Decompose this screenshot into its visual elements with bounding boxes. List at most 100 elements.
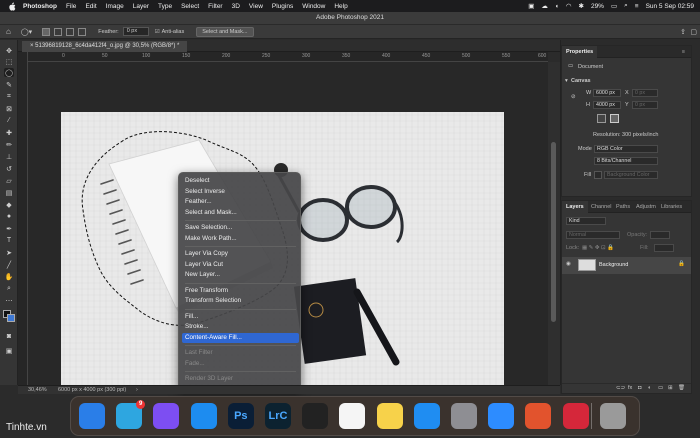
battery-percent[interactable]: 29% xyxy=(591,3,604,10)
intersect-selection-icon[interactable] xyxy=(78,27,87,36)
tab-adjustments[interactable]: Adjustm xyxy=(632,201,660,213)
context-menu-item[interactable]: Layer Via Copy xyxy=(182,249,299,259)
creative-cloud-icon[interactable] xyxy=(562,403,589,429)
context-menu-item[interactable]: Transform Selection xyxy=(182,296,299,306)
hand-tool-icon[interactable]: ✋ xyxy=(4,272,14,281)
height-input[interactable]: 4000 px xyxy=(593,101,621,109)
blur-tool-icon[interactable]: ◆ xyxy=(4,200,14,209)
system-preferences-icon[interactable] xyxy=(451,403,477,429)
path-selection-tool-icon[interactable]: ➤ xyxy=(4,248,14,257)
feather-input[interactable]: 0 px xyxy=(122,27,149,36)
portrait-orientation-icon[interactable] xyxy=(597,114,606,123)
width-input[interactable]: 6000 px xyxy=(593,89,621,97)
scrollbar-thumb[interactable] xyxy=(551,142,556,322)
clock[interactable]: Sun 5 Sep 02:59 xyxy=(646,3,694,10)
bit-depth-select[interactable]: 8 Bits/Channel xyxy=(594,157,658,165)
safari-icon[interactable] xyxy=(190,403,217,429)
context-menu-item[interactable]: Make Work Path... xyxy=(182,234,299,244)
context-menu-item[interactable]: Select and Mask... xyxy=(182,208,299,218)
menu-edit[interactable]: Edit xyxy=(85,3,96,10)
headphones-icon[interactable]: ◖ xyxy=(555,3,559,10)
select-and-mask-button[interactable]: Select and Mask... xyxy=(196,26,254,37)
layer-row-background[interactable]: ◉ Background 🔒 xyxy=(562,257,691,274)
y-input[interactable]: 0 px xyxy=(632,101,658,109)
context-menu-item[interactable]: Free Transform xyxy=(182,286,299,296)
tab-paths[interactable]: Paths xyxy=(612,201,634,213)
menu-help[interactable]: Help xyxy=(334,3,347,10)
menu-filter[interactable]: Filter xyxy=(208,3,222,10)
pen-tool-icon[interactable]: ✒ xyxy=(4,224,14,233)
eyedropper-tool-icon[interactable]: ⁄ xyxy=(4,116,14,125)
x-input[interactable]: 0 px xyxy=(632,89,658,97)
lock-icons[interactable]: ▦ ✎ ✥ ⊡ 🔒 xyxy=(582,245,614,251)
fill-color-swatch[interactable] xyxy=(594,171,602,179)
photos-icon[interactable] xyxy=(339,403,366,429)
camera-icon[interactable]: ▣ xyxy=(528,2,534,10)
cloud-icon[interactable]: ☁ xyxy=(541,2,548,10)
screen-mode-icon[interactable]: ▣ xyxy=(4,346,14,355)
new-group-icon[interactable]: ▭ xyxy=(658,385,663,391)
quick-selection-tool-icon[interactable]: ✎ xyxy=(4,80,14,89)
context-menu-item[interactable]: Feather... xyxy=(182,197,299,207)
move-tool-icon[interactable]: ✥ xyxy=(4,46,14,55)
menu-select[interactable]: Select xyxy=(181,3,199,10)
fill-opacity-input[interactable] xyxy=(654,244,674,252)
healing-brush-tool-icon[interactable]: ✚ xyxy=(4,128,14,137)
search-icon[interactable]: ⌕ xyxy=(624,2,628,10)
app-store-icon[interactable] xyxy=(413,403,440,429)
context-menu-item[interactable]: Fill... xyxy=(182,312,299,322)
document-tab[interactable]: × 51396819128_6c4da412f4_o.jpg @ 30,5% (… xyxy=(22,41,188,52)
layer-style-icon[interactable]: fx xyxy=(628,385,632,391)
lightroom-classic-icon[interactable]: LrC xyxy=(265,403,291,429)
antialias-checkbox-icon[interactable]: ☑ xyxy=(155,29,160,35)
context-menu-item[interactable]: Layer Via Cut xyxy=(182,260,299,270)
share-icon[interactable]: ⇪ xyxy=(680,28,686,36)
menu-app-name[interactable]: Photoshop xyxy=(23,3,57,10)
link-dimensions-icon[interactable]: ⊘ xyxy=(571,94,576,100)
document-info[interactable]: 6000 px x 4000 px (300 ppi) xyxy=(58,386,126,394)
add-selection-icon[interactable] xyxy=(54,27,63,36)
lock-icon[interactable]: 🔒 xyxy=(678,261,685,267)
lasso-tool-icon[interactable]: ◯ xyxy=(4,68,14,77)
zoom-tool-icon[interactable]: ⌕ xyxy=(4,284,14,293)
control-center-icon[interactable]: ≡ xyxy=(635,3,639,10)
presentation-app-icon[interactable] xyxy=(525,403,552,429)
quick-mask-icon[interactable]: ◙ xyxy=(4,332,14,341)
context-menu-item[interactable]: Select Inverse xyxy=(182,187,299,197)
mode-select[interactable]: RGB Color xyxy=(594,145,658,153)
panel-collapse-icon[interactable] xyxy=(548,40,560,45)
vertical-scrollbar[interactable] xyxy=(548,62,560,385)
menu-3d[interactable]: 3D xyxy=(232,3,240,10)
menu-file[interactable]: File xyxy=(66,3,76,10)
context-menu-item[interactable]: Content-Aware Fill... xyxy=(182,332,299,343)
menu-plugins[interactable]: Plugins xyxy=(272,3,293,10)
brush-tool-icon[interactable]: ✏ xyxy=(4,140,14,149)
menu-window[interactable]: Window xyxy=(302,3,325,10)
battery-icon[interactable]: ▭ xyxy=(611,2,617,10)
new-selection-icon[interactable] xyxy=(42,27,51,36)
gradient-tool-icon[interactable]: ▤ xyxy=(4,188,14,197)
crop-tool-icon[interactable]: ⌗ xyxy=(4,92,14,101)
dodge-tool-icon[interactable]: ● xyxy=(4,212,14,221)
adjustment-layer-icon[interactable]: ◐ xyxy=(648,385,651,391)
menu-layer[interactable]: Layer xyxy=(133,3,149,10)
apple-icon[interactable] xyxy=(7,1,17,11)
context-menu-item[interactable]: New Layer... xyxy=(182,270,299,280)
menu-image[interactable]: Image xyxy=(106,3,124,10)
history-brush-tool-icon[interactable]: ↺ xyxy=(4,164,14,173)
context-menu-item[interactable]: Stroke... xyxy=(182,322,299,332)
tab-properties[interactable]: Properties xyxy=(562,46,598,58)
new-layer-icon[interactable]: ⊞ xyxy=(668,385,673,391)
delete-layer-icon[interactable]: 🗑 xyxy=(678,385,685,391)
tab-layers[interactable]: Layers xyxy=(562,201,588,213)
workspace-icon[interactable]: ▢ xyxy=(690,28,697,36)
opacity-input[interactable] xyxy=(650,231,670,239)
add-mask-icon[interactable]: ◘ xyxy=(638,385,641,391)
bluetooth-icon[interactable]: ✱ xyxy=(579,2,584,10)
eraser-tool-icon[interactable]: ▱ xyxy=(4,176,14,185)
fill-select[interactable]: Background Color xyxy=(604,171,658,179)
context-menu-item[interactable]: Save Selection... xyxy=(182,223,299,233)
frame-tool-icon[interactable]: ⊠ xyxy=(4,104,14,113)
layer-name[interactable]: Background xyxy=(599,262,628,268)
line-tool-icon[interactable]: ╱ xyxy=(4,260,14,269)
